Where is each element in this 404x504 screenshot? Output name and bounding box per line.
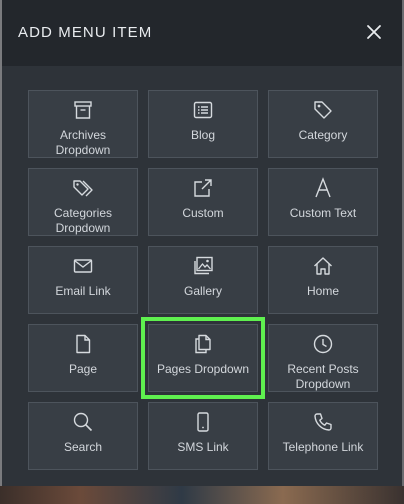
tags-icon bbox=[72, 177, 94, 199]
tile-pages-dropdown[interactable]: Pages Dropdown bbox=[141, 317, 265, 399]
tile-label: Home bbox=[306, 284, 339, 298]
tile-custom[interactable]: Custom bbox=[148, 168, 258, 236]
tile-email-link[interactable]: Email Link bbox=[28, 246, 138, 314]
tile-categories-dropdown[interactable]: Categories Dropdown bbox=[28, 168, 138, 236]
modal-title: ADD MENU ITEM bbox=[18, 24, 153, 41]
tile-blog[interactable]: Blog bbox=[148, 90, 258, 158]
tile-label: Category bbox=[298, 128, 348, 142]
tile-category[interactable]: Category bbox=[268, 90, 378, 158]
tag-icon bbox=[312, 99, 334, 121]
page-icon bbox=[72, 333, 94, 355]
tile-sms-link[interactable]: SMS Link bbox=[148, 402, 258, 470]
clock-icon bbox=[312, 333, 334, 355]
letter-a-icon bbox=[312, 177, 334, 199]
tile-label: Custom Text bbox=[289, 206, 357, 220]
close-icon bbox=[367, 25, 381, 39]
phone-icon bbox=[312, 411, 334, 433]
tile-label: Email Link bbox=[55, 284, 111, 298]
tile-page[interactable]: Page bbox=[28, 324, 138, 392]
envelope-icon bbox=[72, 255, 94, 277]
tile-label: Pages Dropdown bbox=[156, 362, 250, 376]
tile-custom-text[interactable]: Custom Text bbox=[268, 168, 378, 236]
list-icon bbox=[192, 99, 214, 121]
tile-label: Page bbox=[68, 362, 98, 376]
tile-search[interactable]: Search bbox=[28, 402, 138, 470]
menu-item-grid: Archives Dropdown Blog Category Categori… bbox=[28, 90, 378, 470]
tile-telephone-link[interactable]: Telephone Link bbox=[268, 402, 378, 470]
mobile-phone-icon bbox=[192, 411, 214, 433]
tile-home[interactable]: Home bbox=[268, 246, 378, 314]
tile-recent-posts-dropdown[interactable]: Recent Posts Dropdown bbox=[268, 324, 378, 392]
images-icon bbox=[192, 255, 214, 277]
tile-gallery[interactable]: Gallery bbox=[148, 246, 258, 314]
close-button[interactable] bbox=[364, 22, 384, 42]
tile-label: Custom bbox=[182, 206, 224, 220]
add-menu-item-modal: ADD MENU ITEM Archives Dropdown Blog Cat… bbox=[2, 0, 402, 486]
tile-label: Search bbox=[63, 440, 103, 454]
tile-label: Gallery bbox=[183, 284, 222, 298]
copy-pages-icon bbox=[192, 333, 214, 355]
archive-box-icon bbox=[72, 99, 94, 121]
search-icon bbox=[72, 411, 94, 433]
external-link-icon bbox=[192, 177, 214, 199]
tile-label: Archives Dropdown bbox=[55, 128, 111, 157]
backdrop-image-strip bbox=[0, 486, 404, 504]
modal-header: ADD MENU ITEM bbox=[2, 0, 402, 66]
tile-label: SMS Link bbox=[177, 440, 229, 454]
tile-label: Categories Dropdown bbox=[53, 206, 113, 235]
tile-archives-dropdown[interactable]: Archives Dropdown bbox=[28, 90, 138, 158]
tile-label: Telephone Link bbox=[282, 440, 364, 454]
tile-label: Blog bbox=[190, 128, 216, 142]
home-icon bbox=[312, 255, 334, 277]
tile-label: Recent Posts Dropdown bbox=[287, 362, 359, 391]
